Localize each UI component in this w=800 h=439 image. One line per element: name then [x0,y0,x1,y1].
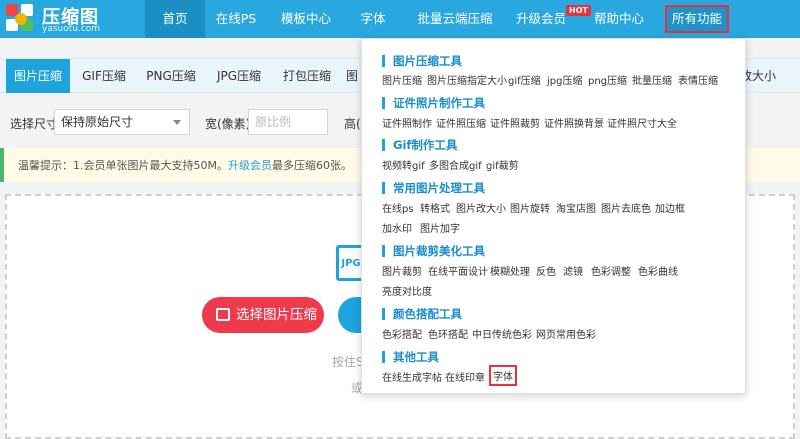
tab-image-compress[interactable]: 图片压缩 [6,59,70,93]
menu-section-title: 图片裁剪美化工具 [382,245,485,257]
menu-item[interactable]: 图片改大小 [456,200,506,215]
menu-item[interactable]: 中日传统色彩 [472,326,532,341]
menu-item[interactable]: 表情压缩 [678,72,718,87]
menu-item[interactable]: 图片加字 [420,220,460,235]
menu-item[interactable]: 证件照尺寸大全 [607,115,677,130]
logo-icon [6,4,36,34]
menu-item[interactable]: gif裁剪 [486,157,519,172]
menu-item[interactable]: 滤镜 [563,263,583,278]
menu-item[interactable]: 视频转gif [382,157,425,172]
notice-prefix: 温馨提示：1.会员单张图片最大支持50M。 [18,159,228,172]
site-logo[interactable]: 压缩图 yasuotu.com [6,3,136,35]
logo-subtitle: yasuotu.com [42,24,101,34]
menu-item[interactable]: 在线ps [382,200,414,215]
height-label: 高( [344,117,361,131]
tab-gif-compress[interactable]: GIF压缩 [72,59,136,93]
nav-upgrade-vip[interactable]: 升级会员 [510,0,572,38]
nav-home[interactable]: 首页 [145,0,205,38]
menu-item[interactable]: 证件照换背景 [544,115,604,130]
width-input[interactable]: 原比例 [248,109,328,135]
tab-jpg-compress[interactable]: JPG压缩 [206,59,272,93]
nav-template-center[interactable]: 模板中心 [272,0,340,38]
menu-section-title: 图片压缩工具 [382,55,462,67]
menu-item[interactable]: 反色 [536,263,556,278]
menu-item[interactable]: 证件照裁剪 [490,115,540,130]
nav-batch-compress[interactable]: 批量云端压缩 [408,0,502,38]
menu-section-title: 颜色搭配工具 [382,308,462,320]
menu-item[interactable]: 淘宝店图 [556,200,596,215]
tab-partial[interactable]: 图 [342,59,362,93]
all-functions-button[interactable]: 所有功能 [665,5,729,33]
menu-item[interactable]: 图片旋转 [510,200,550,215]
size-select[interactable]: 保持原始尺寸 [54,109,190,135]
menu-item[interactable]: 色彩搭配 [382,326,422,341]
menu-item[interactable]: 证件照制作 [382,115,432,130]
menu-item[interactable]: jpg压缩 [547,72,582,87]
menu-item-fonts-highlighted[interactable]: 字体 [489,365,517,386]
menu-item[interactable]: 加水印 [382,220,412,235]
menu-item[interactable]: 图片去底色 [601,200,651,215]
menu-item[interactable]: 图片裁剪 [382,263,422,278]
menu-item[interactable]: gif压缩 [508,72,541,87]
tab-png-compress[interactable]: PNG压缩 [138,59,204,93]
select-image-button[interactable]: 选择图片压缩 [202,297,324,333]
size-label: 选择尺寸 [10,117,59,131]
nav-online-ps[interactable]: 在线PS [205,0,267,38]
menu-item[interactable]: 亮度对比度 [382,283,432,298]
menu-section-title: Gif制作工具 [382,139,457,151]
image-icon [216,308,230,321]
menu-item[interactable]: 批量压缩 [632,72,672,87]
menu-item[interactable]: 图片压缩 [382,72,422,87]
nav-help-center[interactable]: 帮助中心 [586,0,652,38]
tab-zip-compress[interactable]: 打包压缩 [274,59,340,93]
upload-hint-line1: 按住S [332,355,364,369]
width-label: 宽(像素) [205,117,251,131]
menu-item[interactable]: 加边框 [655,200,685,215]
menu-item[interactable]: 模糊处理 [490,263,530,278]
upgrade-vip-link[interactable]: 升级会员 [228,159,272,172]
menu-section-title: 证件照片制作工具 [382,97,485,109]
all-functions-menu: 图片压缩工具 图片压缩 图片压缩指定大小 gif压缩 jpg压缩 png压缩 批… [361,38,746,394]
chevron-down-icon [173,120,181,125]
menu-item[interactable]: 在线生成字帖 [382,369,442,384]
menu-item[interactable]: 色彩曲线 [638,263,678,278]
menu-item[interactable]: 在线平面设计 [428,263,488,278]
menu-item[interactable]: 色环搭配 [428,326,468,341]
top-nav-bar: 压缩图 yasuotu.com 首页 在线PS 模板中心 字体 批量云端压缩 升… [0,0,800,38]
menu-item[interactable]: 图片压缩指定大小 [427,72,507,87]
menu-item[interactable]: 多图合成gif [429,157,482,172]
menu-item[interactable]: 网页常用色彩 [536,326,596,341]
size-select-value: 保持原始尺寸 [61,115,134,129]
notice-suffix: 最多压缩60张。 [271,159,352,172]
menu-item[interactable]: 证件照压缩 [436,115,486,130]
select-image-label: 选择图片压缩 [236,307,317,323]
menu-section-title: 常用图片处理工具 [382,182,485,194]
menu-item[interactable]: 色彩调整 [591,263,631,278]
nav-fonts[interactable]: 字体 [350,0,396,38]
menu-item[interactable]: png压缩 [588,72,627,87]
menu-item[interactable]: 转格式 [420,200,450,215]
menu-section-title: 其他工具 [382,351,439,363]
menu-item[interactable]: 在线印章 [445,369,485,384]
